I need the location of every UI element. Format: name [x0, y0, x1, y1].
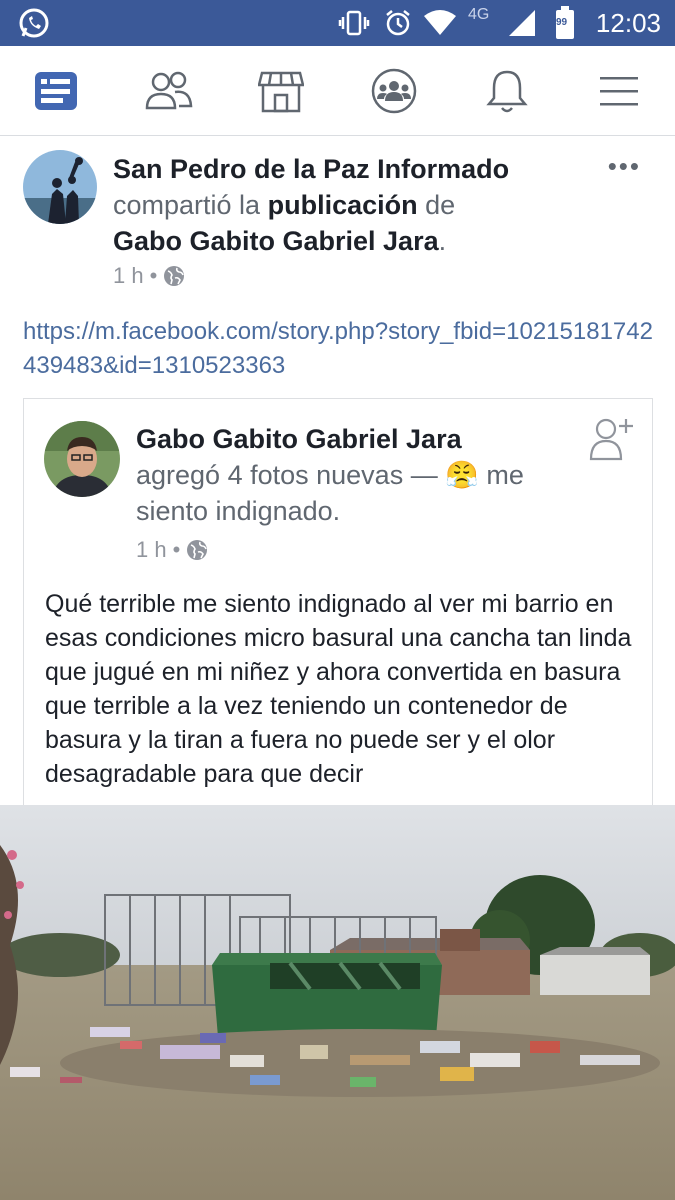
friends-icon: [145, 71, 193, 110]
author-action: agregó 4 fotos nuevas —: [136, 460, 438, 490]
wifi-icon: [420, 0, 460, 46]
shared-post-card[interactable]: Gabo Gabito Gabriel Jara agregó 4 fotos …: [23, 398, 653, 818]
tab-menu[interactable]: [574, 46, 664, 136]
add-friend-button[interactable]: [588, 415, 636, 463]
shared-text: compartió la: [113, 190, 261, 220]
tab-marketplace[interactable]: [236, 46, 326, 136]
add-friend-icon: [589, 418, 633, 461]
menu-icon: [600, 77, 638, 106]
news-feed-icon: [35, 72, 77, 110]
post-meta: 1 h •: [113, 263, 185, 289]
feeling-emoji: 😤: [445, 460, 479, 490]
post-header: San Pedro de la Paz Informado compartió …: [113, 151, 583, 259]
shared-post-meta: 1 h •: [136, 537, 208, 563]
bell-icon: [486, 70, 528, 113]
tab-notifications[interactable]: [462, 46, 552, 136]
post-photo[interactable]: [0, 805, 675, 1200]
page-name-link[interactable]: San Pedro de la Paz Informado: [113, 154, 509, 184]
globe-icon: [164, 266, 185, 286]
shared-timestamp[interactable]: 1 h: [136, 537, 167, 563]
signal-icon: [504, 0, 540, 46]
original-author-link[interactable]: Gabo Gabito Gabriel Jara: [113, 226, 439, 256]
globe-icon: [187, 540, 208, 560]
shared-object-link[interactable]: publicación: [268, 190, 418, 220]
author-name-link[interactable]: Gabo Gabito Gabriel Jara: [136, 424, 462, 454]
battery-level: 99: [556, 17, 568, 28]
author-avatar[interactable]: [44, 421, 120, 497]
page-avatar[interactable]: [23, 150, 97, 224]
network-type: 4G: [468, 6, 490, 23]
status-bar: 4G 99 12:03: [0, 0, 675, 46]
shared-post-header: Gabo Gabito Gabriel Jara agregó 4 fotos …: [136, 421, 576, 529]
shared-of-text: de: [425, 190, 456, 220]
meta-dot: •: [149, 263, 158, 288]
alarm-icon: [378, 0, 418, 46]
groups-icon: [371, 68, 417, 114]
shared-url-link[interactable]: https://m.facebook.com/story.php?story_f…: [23, 315, 653, 383]
shared-meta-dot: •: [172, 537, 181, 562]
marketplace-icon: [258, 71, 304, 113]
clock: 12:03: [595, 8, 661, 38]
tab-groups[interactable]: [349, 46, 439, 136]
post-options-button[interactable]: •••: [608, 151, 641, 182]
period: .: [438, 226, 447, 256]
tab-friends[interactable]: [124, 46, 214, 136]
nav-bar: [0, 46, 675, 136]
vibrate-icon: [334, 0, 374, 46]
tab-news-feed[interactable]: [11, 46, 101, 136]
post-body-text: Qué terrible me siento indignado al ver …: [45, 590, 632, 788]
whatsapp-icon: [14, 0, 54, 46]
battery-icon: 99: [552, 0, 578, 46]
post-timestamp[interactable]: 1 h: [113, 263, 144, 289]
